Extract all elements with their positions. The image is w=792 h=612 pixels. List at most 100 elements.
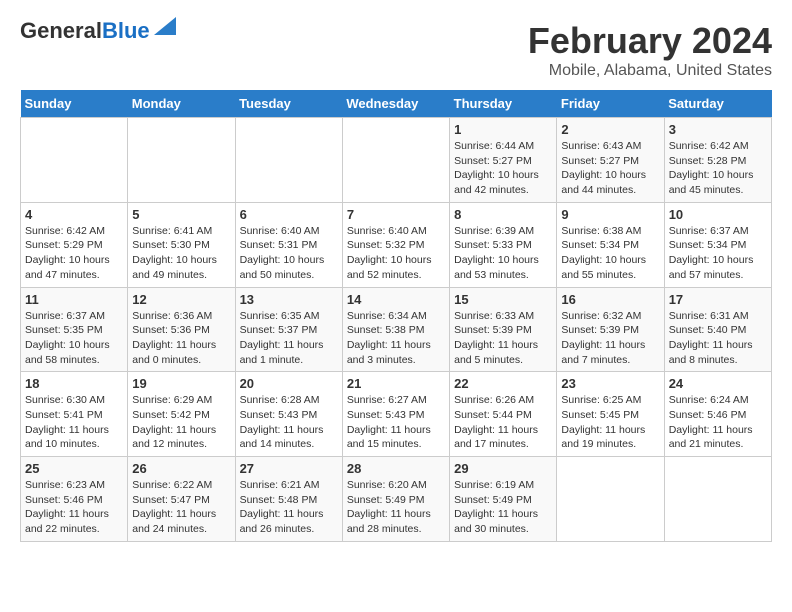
day-number: 1 (454, 122, 552, 137)
day-number: 18 (25, 376, 123, 391)
header-tuesday: Tuesday (235, 90, 342, 118)
calendar-cell (664, 457, 771, 542)
calendar-week-5: 25 Sunrise: 6:23 AM Sunset: 5:46 PM Dayli… (21, 457, 772, 542)
header-sunday: Sunday (21, 90, 128, 118)
day-info: Sunrise: 6:44 AM Sunset: 5:27 PM Dayligh… (454, 139, 552, 198)
calendar-header: Sunday Monday Tuesday Wednesday Thursday… (21, 90, 772, 118)
calendar-cell (21, 118, 128, 203)
header-saturday: Saturday (664, 90, 771, 118)
calendar-cell: 22 Sunrise: 6:26 AM Sunset: 5:44 PM Dayli… (450, 372, 557, 457)
day-info: Sunrise: 6:40 AM Sunset: 5:32 PM Dayligh… (347, 224, 445, 283)
page-header: GeneralBlue February 2024 Mobile, Alabam… (20, 20, 772, 80)
day-info: Sunrise: 6:37 AM Sunset: 5:34 PM Dayligh… (669, 224, 767, 283)
calendar-cell: 11 Sunrise: 6:37 AM Sunset: 5:35 PM Dayli… (21, 287, 128, 372)
calendar-cell: 19 Sunrise: 6:29 AM Sunset: 5:42 PM Dayli… (128, 372, 235, 457)
calendar-cell: 21Sunrise: 6:27 AM Sunset: 5:43 PM Dayli… (342, 372, 449, 457)
calendar-cell (342, 118, 449, 203)
day-info: Sunrise: 6:33 AM Sunset: 5:39 PM Dayligh… (454, 309, 552, 368)
day-number: 3 (669, 122, 767, 137)
day-info: Sunrise: 6:31 AM Sunset: 5:40 PM Dayligh… (669, 309, 767, 368)
day-number: 11 (25, 292, 123, 307)
calendar-cell: 7 Sunrise: 6:40 AM Sunset: 5:32 PM Daylig… (342, 202, 449, 287)
calendar-cell: 4 Sunrise: 6:42 AM Sunset: 5:29 PM Daylig… (21, 202, 128, 287)
day-number: 28 (347, 461, 445, 476)
calendar-cell: 24Sunrise: 6:24 AM Sunset: 5:46 PM Dayli… (664, 372, 771, 457)
day-info: Sunrise: 6:27 AM Sunset: 5:43 PM Dayligh… (347, 393, 445, 452)
day-info: Sunrise: 6:37 AM Sunset: 5:35 PM Dayligh… (25, 309, 123, 368)
calendar-cell: 20 Sunrise: 6:28 AM Sunset: 5:43 PM Dayli… (235, 372, 342, 457)
calendar-week-3: 11 Sunrise: 6:37 AM Sunset: 5:35 PM Dayli… (21, 287, 772, 372)
day-number: 8 (454, 207, 552, 222)
calendar-cell: 14Sunrise: 6:34 AM Sunset: 5:38 PM Dayli… (342, 287, 449, 372)
day-number: 9 (561, 207, 659, 222)
header-friday: Friday (557, 90, 664, 118)
day-number: 26 (132, 461, 230, 476)
calendar-cell (557, 457, 664, 542)
day-info: Sunrise: 6:32 AM Sunset: 5:39 PM Dayligh… (561, 309, 659, 368)
calendar-cell: 3 Sunrise: 6:42 AM Sunset: 5:28 PM Daylig… (664, 118, 771, 203)
calendar-cell (235, 118, 342, 203)
day-number: 7 (347, 207, 445, 222)
calendar-cell: 16Sunrise: 6:32 AM Sunset: 5:39 PM Dayli… (557, 287, 664, 372)
calendar-cell: 9 Sunrise: 6:38 AM Sunset: 5:34 PM Daylig… (557, 202, 664, 287)
day-info: Sunrise: 6:42 AM Sunset: 5:28 PM Dayligh… (669, 139, 767, 198)
day-number: 25 (25, 461, 123, 476)
calendar-body: 1 Sunrise: 6:44 AM Sunset: 5:27 PM Daylig… (21, 118, 772, 542)
calendar-cell (128, 118, 235, 203)
day-number: 20 (240, 376, 338, 391)
header-wednesday: Wednesday (342, 90, 449, 118)
calendar-cell: 27 Sunrise: 6:21 AM Sunset: 5:48 PM Dayli… (235, 457, 342, 542)
day-info: Sunrise: 6:29 AM Sunset: 5:42 PM Dayligh… (132, 393, 230, 452)
day-number: 22 (454, 376, 552, 391)
day-info: Sunrise: 6:28 AM Sunset: 5:43 PM Dayligh… (240, 393, 338, 452)
day-info: Sunrise: 6:30 AM Sunset: 5:41 PM Dayligh… (25, 393, 123, 452)
day-info: Sunrise: 6:20 AM Sunset: 5:49 PM Dayligh… (347, 478, 445, 537)
day-info: Sunrise: 6:42 AM Sunset: 5:29 PM Dayligh… (25, 224, 123, 283)
day-number: 23 (561, 376, 659, 391)
day-info: Sunrise: 6:19 AM Sunset: 5:49 PM Dayligh… (454, 478, 552, 537)
header-thursday: Thursday (450, 90, 557, 118)
day-number: 15 (454, 292, 552, 307)
day-info: Sunrise: 6:22 AM Sunset: 5:47 PM Dayligh… (132, 478, 230, 537)
day-info: Sunrise: 6:38 AM Sunset: 5:34 PM Dayligh… (561, 224, 659, 283)
day-number: 29 (454, 461, 552, 476)
day-number: 4 (25, 207, 123, 222)
calendar-cell: 10Sunrise: 6:37 AM Sunset: 5:34 PM Dayli… (664, 202, 771, 287)
calendar-cell: 5Sunrise: 6:41 AM Sunset: 5:30 PM Daylig… (128, 202, 235, 287)
day-info: Sunrise: 6:21 AM Sunset: 5:48 PM Dayligh… (240, 478, 338, 537)
day-info: Sunrise: 6:25 AM Sunset: 5:45 PM Dayligh… (561, 393, 659, 452)
calendar-cell: 28 Sunrise: 6:20 AM Sunset: 5:49 PM Dayli… (342, 457, 449, 542)
calendar-cell: 18 Sunrise: 6:30 AM Sunset: 5:41 PM Dayli… (21, 372, 128, 457)
logo-text: GeneralBlue (20, 20, 150, 42)
calendar-cell: 12Sunrise: 6:36 AM Sunset: 5:36 PM Dayli… (128, 287, 235, 372)
calendar-cell: 1 Sunrise: 6:44 AM Sunset: 5:27 PM Daylig… (450, 118, 557, 203)
month-year-title: February 2024 (528, 20, 772, 62)
day-info: Sunrise: 6:23 AM Sunset: 5:46 PM Dayligh… (25, 478, 123, 537)
day-info: Sunrise: 6:24 AM Sunset: 5:46 PM Dayligh… (669, 393, 767, 452)
day-info: Sunrise: 6:26 AM Sunset: 5:44 PM Dayligh… (454, 393, 552, 452)
calendar-cell: 23 Sunrise: 6:25 AM Sunset: 5:45 PM Dayli… (557, 372, 664, 457)
day-number: 17 (669, 292, 767, 307)
day-number: 13 (240, 292, 338, 307)
day-number: 5 (132, 207, 230, 222)
logo: GeneralBlue (20, 20, 176, 42)
title-block: February 2024 Mobile, Alabama, United St… (528, 20, 772, 80)
day-number: 19 (132, 376, 230, 391)
calendar-cell: 26 Sunrise: 6:22 AM Sunset: 5:47 PM Dayli… (128, 457, 235, 542)
day-info: Sunrise: 6:39 AM Sunset: 5:33 PM Dayligh… (454, 224, 552, 283)
calendar-cell: 17 Sunrise: 6:31 AM Sunset: 5:40 PM Dayli… (664, 287, 771, 372)
day-info: Sunrise: 6:35 AM Sunset: 5:37 PM Dayligh… (240, 309, 338, 368)
day-info: Sunrise: 6:40 AM Sunset: 5:31 PM Dayligh… (240, 224, 338, 283)
day-number: 27 (240, 461, 338, 476)
calendar-week-1: 1 Sunrise: 6:44 AM Sunset: 5:27 PM Daylig… (21, 118, 772, 203)
day-info: Sunrise: 6:34 AM Sunset: 5:38 PM Dayligh… (347, 309, 445, 368)
calendar-week-4: 18 Sunrise: 6:30 AM Sunset: 5:41 PM Dayli… (21, 372, 772, 457)
calendar-cell: 25 Sunrise: 6:23 AM Sunset: 5:46 PM Dayli… (21, 457, 128, 542)
header-monday: Monday (128, 90, 235, 118)
day-info: Sunrise: 6:43 AM Sunset: 5:27 PM Dayligh… (561, 139, 659, 198)
logo-arrow-icon (154, 17, 176, 35)
location-subtitle: Mobile, Alabama, United States (528, 62, 772, 80)
calendar-cell: 8 Sunrise: 6:39 AM Sunset: 5:33 PM Daylig… (450, 202, 557, 287)
calendar-cell: 29 Sunrise: 6:19 AM Sunset: 5:49 PM Dayli… (450, 457, 557, 542)
header-row: Sunday Monday Tuesday Wednesday Thursday… (21, 90, 772, 118)
